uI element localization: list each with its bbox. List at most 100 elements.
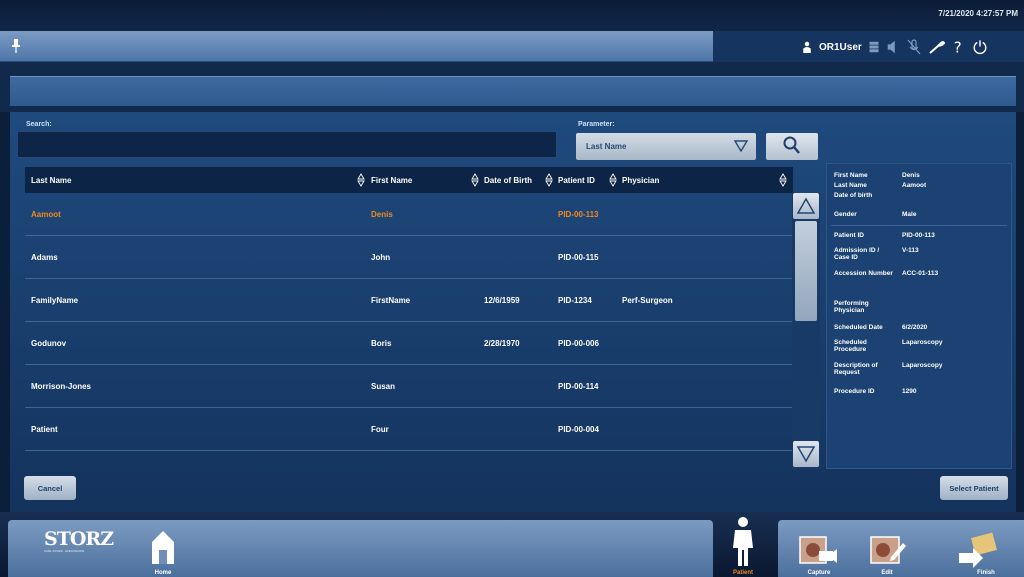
power-icon[interactable] — [972, 38, 988, 56]
title-panel — [0, 31, 713, 62]
detail-value: Laparoscopy — [902, 339, 943, 346]
table-row[interactable]: Morrison-Jones Susan PID-00-114 — [25, 365, 793, 408]
table-row[interactable]: Adams John PID-00-115 — [25, 236, 793, 279]
sort-icon[interactable] — [471, 173, 479, 187]
column-header-date-of-birth[interactable]: Date of Birth — [484, 167, 532, 193]
nav-home-label[interactable]: Home — [150, 570, 176, 576]
user-icon[interactable] — [801, 38, 813, 56]
volume-icon[interactable] — [886, 38, 900, 56]
table-cell: Boris — [371, 339, 392, 348]
detail-label: Gender — [834, 211, 857, 218]
table-row[interactable]: Patient Four PID-00-004 — [25, 408, 793, 451]
table-row[interactable]: Aamoot Denis PID-00-113 — [25, 193, 793, 236]
table-cell: Patient — [31, 468, 58, 469]
detail-label: Last Name — [834, 182, 867, 189]
table-header: Last Name First Name Date of Birth Patie… — [25, 167, 793, 193]
table-cell: PID-00-004 — [558, 425, 599, 434]
nav-capture-label[interactable]: Capture — [797, 570, 841, 576]
parameter-value: Last Name — [586, 142, 627, 151]
column-header-physician[interactable]: Physician — [622, 167, 659, 193]
table-cell: Aamoot — [31, 210, 61, 219]
search-button[interactable] — [766, 133, 818, 160]
patient-details-panel: First Name Denis Last Name Aamoot Date of … — [826, 163, 1012, 469]
finish-icon[interactable] — [955, 531, 999, 569]
sub-bar-panel — [10, 76, 1016, 106]
table-cell: John — [371, 253, 391, 262]
nav-edit-label[interactable]: Edit — [867, 570, 907, 576]
scroll-down-button[interactable] — [793, 441, 819, 467]
table-cell: O.Neil, Aaron, Prof.Dr. — [622, 468, 706, 469]
sort-icon[interactable] — [357, 173, 365, 187]
cancel-button[interactable]: Cancel — [24, 476, 76, 500]
dropdown-arrow-icon — [734, 140, 748, 153]
table-body: Aamoot Denis PID-00-113 Adams John PID-00-115… — [25, 193, 793, 469]
edit-icon[interactable] — [867, 533, 907, 569]
detail-label: Date of birth — [834, 192, 873, 199]
nav-finish-label[interactable]: Finish — [955, 570, 1017, 576]
detail-value: Male — [902, 211, 917, 218]
bottom-nav-left — [8, 520, 713, 577]
detail-label: Scheduled Date — [834, 324, 883, 331]
sub-bar — [0, 62, 1024, 112]
sort-icon[interactable] — [545, 173, 553, 187]
arrow-down-icon — [796, 446, 816, 463]
table-cell: Morrison-Jones — [31, 382, 92, 391]
sort-icon[interactable] — [609, 173, 617, 187]
divider — [831, 225, 1007, 226]
datetime: 7/21/2020 4:27:57 PM — [938, 9, 1018, 18]
table-cell: 2/28/1970 — [484, 339, 520, 348]
table-cell: FirstName — [371, 296, 411, 305]
search-label: Search: — [26, 121, 52, 128]
table-cell: Adams — [31, 253, 58, 262]
user-name[interactable]: OR1User — [819, 42, 862, 53]
help-icon[interactable]: ? — [952, 38, 966, 56]
detail-value: Denis — [902, 172, 920, 179]
table-cell: Susan — [371, 382, 396, 391]
table-cell: PID-00-114 — [558, 382, 599, 391]
svg-text:?: ? — [954, 38, 962, 56]
column-header-first-name[interactable]: First Name — [371, 167, 412, 193]
microphone-muted-icon[interactable] — [906, 38, 922, 56]
detail-value: PID-00-113 — [902, 232, 935, 239]
scrollbar[interactable] — [792, 193, 820, 469]
patient-icon[interactable] — [728, 516, 758, 568]
column-header-last-name[interactable]: Last Name — [31, 167, 71, 193]
search-icon — [783, 136, 800, 154]
detail-label: Procedure ID — [834, 388, 875, 395]
detail-label: Admission ID / Case ID — [834, 247, 880, 261]
detail-value: 6/2/2020 — [902, 324, 928, 331]
scroll-up-button[interactable] — [793, 193, 819, 219]
search-input[interactable] — [17, 131, 557, 158]
parameter-label: Parameter: — [578, 121, 615, 128]
table-cell: PID-1234 — [558, 296, 592, 305]
pin-icon[interactable] — [10, 38, 22, 54]
detail-label: Performing Physician — [834, 300, 869, 314]
patient-table: Last Name First Name Date of Birth Patie… — [25, 167, 820, 469]
wrench-icon[interactable] — [928, 38, 946, 56]
select-patient-button[interactable]: Select Patient — [940, 476, 1008, 500]
scroll-thumb[interactable] — [795, 221, 817, 321]
capture-icon[interactable] — [797, 533, 837, 569]
table-row[interactable]: Patient One 1/11/1970 591006 O.Neil, Aaron, … — [25, 451, 793, 469]
parameter-select[interactable]: Last Name — [576, 133, 756, 160]
nav-patient-label[interactable]: Patient — [723, 570, 763, 576]
home-icon[interactable] — [150, 528, 176, 568]
table-cell: PID-00-115 — [558, 253, 599, 262]
sort-icon[interactable] — [779, 173, 787, 187]
server-icon[interactable] — [868, 38, 880, 56]
table-cell: One — [371, 468, 387, 469]
detail-label: Patient ID — [834, 232, 864, 239]
detail-value: Aamoot — [902, 182, 927, 189]
table-cell: Patient — [31, 425, 58, 434]
column-header-patient-id[interactable]: Patient ID — [558, 167, 595, 193]
table-row[interactable]: FamilyName FirstName 12/6/1959 PID-1234 Perf… — [25, 279, 793, 322]
table-cell: FamilyName — [31, 296, 79, 305]
table-cell: 12/6/1959 — [484, 296, 520, 305]
table-cell: PID-00-006 — [558, 339, 599, 348]
table-cell: 591006 — [558, 468, 585, 469]
detail-value: V-113 — [902, 247, 919, 254]
table-row[interactable]: Godunov Boris 2/28/1970 PID-00-006 — [25, 322, 793, 365]
storz-logo-subtitle: KARL STORZ · ENDOSKOPE — [44, 549, 85, 553]
table-cell: Denis — [371, 210, 393, 219]
table-cell: 1/11/1970 — [484, 468, 519, 469]
